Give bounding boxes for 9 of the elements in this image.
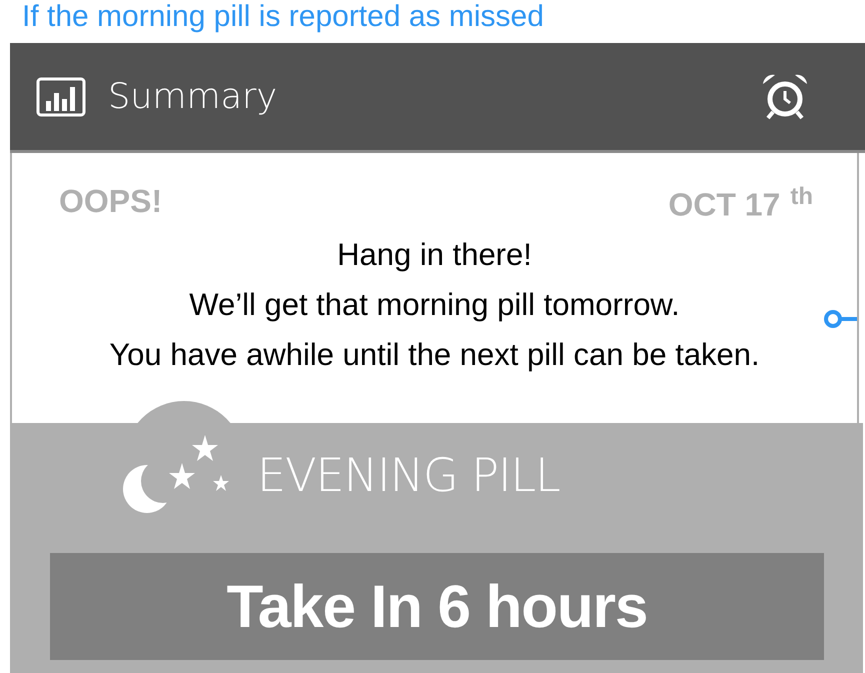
status-label: OOPS! — [59, 183, 162, 221]
message-text: Hang in there! We’ll get that morning pill tomorrow. You have awhile until the next pill can be taken. — [108, 236, 761, 374]
connector-handle[interactable] — [823, 309, 857, 329]
pill-title: EVENING PILL — [257, 448, 560, 502]
header-title: Summary — [108, 76, 278, 116]
take-in-button[interactable]: Take In 6 hours — [50, 553, 824, 660]
date-label: OCT 17 $^{th}$ — [668, 183, 813, 224]
caption-text: If the morning pill is reported as missed — [22, 0, 545, 34]
bar-chart-icon — [36, 76, 86, 116]
